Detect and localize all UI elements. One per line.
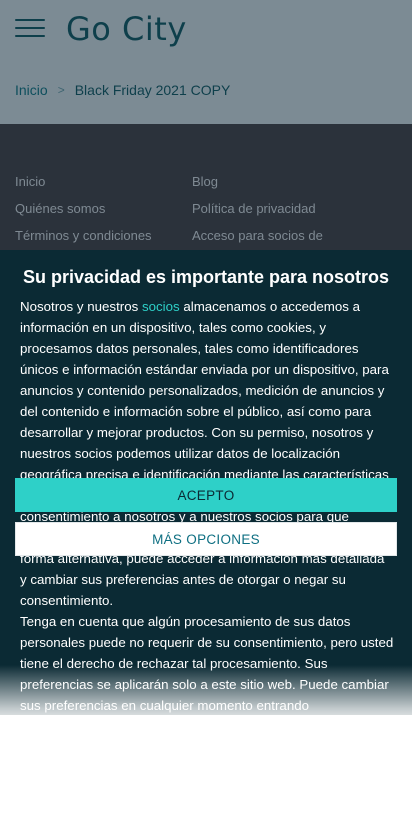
hamburger-menu-icon[interactable] — [15, 19, 45, 39]
consent-paragraph-1: Nosotros y nuestros socios almacenamos o… — [20, 296, 394, 611]
consent-title: Su privacidad es importante para nosotro… — [22, 267, 390, 287]
footer-link-terminos[interactable]: Términos y condiciones — [15, 228, 152, 243]
footer-link-quienes-somos[interactable]: Quiénes somos — [15, 201, 105, 216]
footer-link-blog[interactable]: Blog — [192, 174, 218, 189]
consent-intro-before-link: Nosotros y nuestros — [20, 299, 142, 314]
consent-intro-after-link: almacenamos o accedemos a información en… — [20, 299, 389, 608]
breadcrumb-home-link[interactable]: Inicio — [15, 82, 48, 98]
more-options-button[interactable]: MÁS OPCIONES — [15, 522, 397, 556]
go-city-logo[interactable]: Go City — [66, 10, 187, 48]
breadcrumb-current: Black Friday 2021 COPY — [74, 82, 231, 98]
site-footer: Inicio Quiénes somos Términos y condicio… — [0, 124, 412, 264]
footer-link-privacidad[interactable]: Política de privacidad — [192, 201, 316, 216]
breadcrumb: Inicio > Black Friday 2021 COPY — [15, 82, 230, 98]
accept-button[interactable]: ACEPTO — [15, 478, 397, 512]
breadcrumb-separator: > — [57, 83, 65, 97]
footer-link-inicio[interactable]: Inicio — [15, 174, 45, 189]
partners-link[interactable]: socios — [142, 299, 180, 314]
footer-link-socios[interactable]: Acceso para socios de — [192, 228, 323, 243]
site-header: Go City — [0, 0, 412, 62]
consent-button-area — [0, 715, 412, 829]
